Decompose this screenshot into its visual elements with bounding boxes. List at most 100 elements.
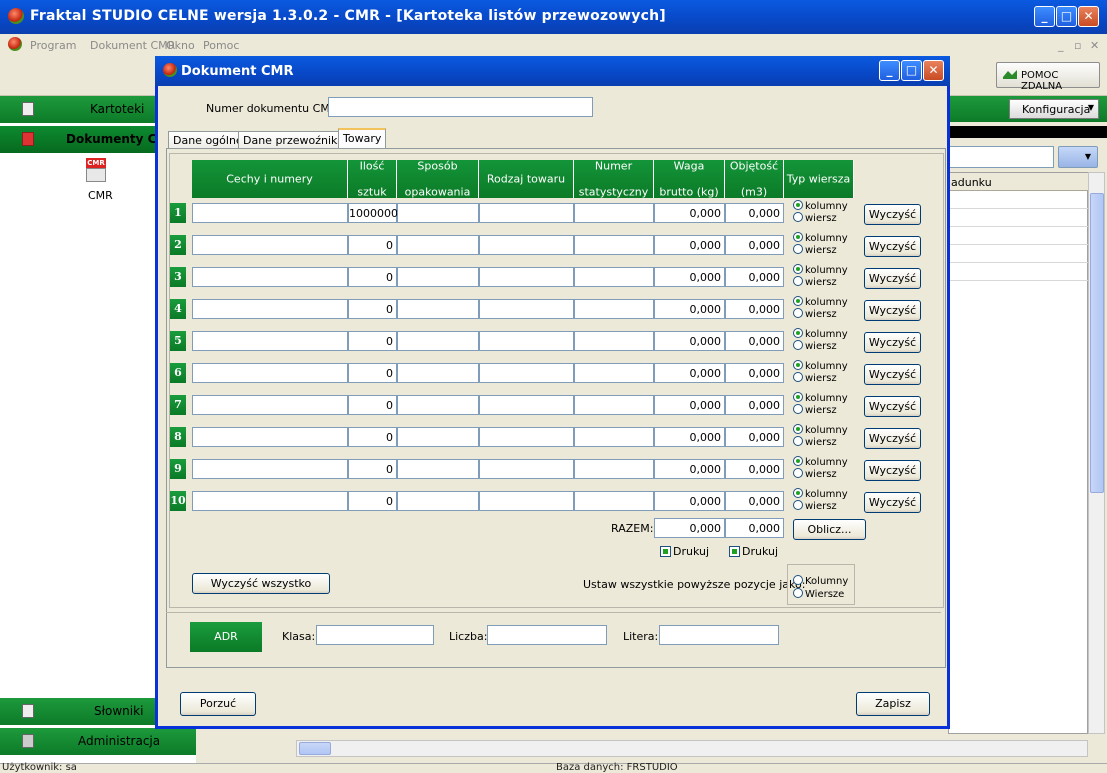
row-rodzaj-input[interactable]	[479, 459, 574, 479]
row-weight-input[interactable]: 0,000	[654, 395, 725, 415]
row-volume-input[interactable]: 0,000	[725, 235, 784, 255]
row-wiersz-radio[interactable]: wiersz	[793, 340, 837, 352]
row-numer-input[interactable]	[574, 331, 654, 351]
row-rodzaj-input[interactable]	[479, 331, 574, 351]
mdi-close-icon[interactable]: ✕	[1090, 39, 1099, 52]
close-icon[interactable]: ✕	[1078, 6, 1099, 27]
row-cechy-input[interactable]	[192, 331, 348, 351]
mdi-minimize-icon[interactable]: _	[1058, 39, 1064, 52]
row-sposob-input[interactable]	[397, 299, 479, 319]
row-cechy-input[interactable]	[192, 299, 348, 319]
row-cechy-input[interactable]	[192, 395, 348, 415]
row-rodzaj-input[interactable]	[479, 203, 574, 223]
sidebar-item-administracja[interactable]: Administracja	[0, 728, 196, 755]
row-wiersz-radio[interactable]: wiersz	[793, 404, 837, 416]
scroll-thumb[interactable]	[1090, 193, 1104, 493]
row-qty-input[interactable]: 0	[348, 491, 397, 511]
row-volume-input[interactable]: 0,000	[725, 459, 784, 479]
list-item[interactable]	[949, 263, 1089, 281]
row-numer-input[interactable]	[574, 203, 654, 223]
row-weight-input[interactable]: 0,000	[654, 299, 725, 319]
tab-dane-ogolne[interactable]: Dane ogólne	[168, 131, 248, 149]
row-wiersz-radio[interactable]: wiersz	[793, 244, 837, 256]
row-sposob-input[interactable]	[397, 395, 479, 415]
drukuj-weight-checkbox[interactable]: Drukuj	[660, 545, 709, 558]
row-cechy-input[interactable]	[192, 491, 348, 511]
row-clear-button[interactable]: Wyczyść	[864, 332, 921, 353]
list-item[interactable]	[949, 191, 1089, 209]
dialog-maximize-icon[interactable]: □	[901, 60, 922, 81]
row-clear-button[interactable]: Wyczyść	[864, 396, 921, 417]
row-volume-input[interactable]: 0,000	[725, 395, 784, 415]
row-wiersz-radio[interactable]: wiersz	[793, 436, 837, 448]
row-sposob-input[interactable]	[397, 331, 479, 351]
row-weight-input[interactable]: 0,000	[654, 459, 725, 479]
row-cechy-input[interactable]	[192, 267, 348, 287]
zapisz-button[interactable]: Zapisz	[856, 692, 930, 716]
row-qty-input[interactable]: 0	[348, 331, 397, 351]
menu-okno[interactable]: Okno	[166, 39, 195, 52]
row-clear-button[interactable]: Wyczyść	[864, 492, 921, 513]
maximize-icon[interactable]: □	[1056, 6, 1077, 27]
clear-all-button[interactable]: Wyczyść wszystko	[192, 573, 330, 594]
row-rodzaj-input[interactable]	[479, 299, 574, 319]
menu-pomoc[interactable]: Pomoc	[203, 39, 239, 52]
cmr-doc-icon[interactable]: CMR	[82, 158, 112, 188]
row-wiersz-radio[interactable]: wiersz	[793, 308, 837, 320]
set-all-wiersze-radio[interactable]: Wiersze	[793, 588, 844, 600]
drukuj-volume-checkbox[interactable]: Drukuj	[729, 545, 778, 558]
minimize-icon[interactable]: _	[1034, 6, 1055, 27]
row-sposob-input[interactable]	[397, 491, 479, 511]
row-qty-input[interactable]: 0	[348, 427, 397, 447]
row-kolumny-radio[interactable]: kolumny	[793, 456, 848, 468]
row-wiersz-radio[interactable]: wiersz	[793, 372, 837, 384]
row-sposob-input[interactable]	[397, 203, 479, 223]
row-kolumny-radio[interactable]: kolumny	[793, 392, 848, 404]
row-clear-button[interactable]: Wyczyść	[864, 236, 921, 257]
row-clear-button[interactable]: Wyczyść	[864, 268, 921, 289]
tab-towary[interactable]: Towary	[338, 128, 387, 149]
row-weight-input[interactable]: 0,000	[654, 491, 725, 511]
row-kolumny-radio[interactable]: kolumny	[793, 328, 848, 340]
row-rodzaj-input[interactable]	[479, 427, 574, 447]
row-wiersz-radio[interactable]: wiersz	[793, 276, 837, 288]
row-rodzaj-input[interactable]	[479, 267, 574, 287]
row-weight-input[interactable]: 0,000	[654, 363, 725, 383]
row-volume-input[interactable]: 0,000	[725, 203, 784, 223]
row-numer-input[interactable]	[574, 235, 654, 255]
row-volume-input[interactable]: 0,000	[725, 427, 784, 447]
oblicz-button[interactable]: Oblicz...	[793, 519, 866, 540]
row-numer-input[interactable]	[574, 395, 654, 415]
row-kolumny-radio[interactable]: kolumny	[793, 360, 848, 372]
row-qty-input[interactable]: 0	[348, 267, 397, 287]
row-numer-input[interactable]	[574, 267, 654, 287]
horizontal-scrollbar[interactable]	[296, 740, 1088, 757]
row-numer-input[interactable]	[574, 363, 654, 383]
menu-program[interactable]: Program	[30, 39, 76, 52]
filter-input[interactable]	[948, 146, 1054, 168]
row-cechy-input[interactable]	[192, 363, 348, 383]
row-kolumny-radio[interactable]: kolumny	[793, 264, 848, 276]
klasa-input[interactable]	[316, 625, 434, 645]
config-dropdown[interactable]: Konfiguracja ▼	[1009, 99, 1099, 119]
set-all-kolumny-radio[interactable]: Kolumny	[793, 575, 848, 587]
row-wiersz-radio[interactable]: wiersz	[793, 500, 837, 512]
filter-dropdown-button[interactable]: ▼	[1058, 146, 1098, 168]
row-sposob-input[interactable]	[397, 363, 479, 383]
row-cechy-input[interactable]	[192, 427, 348, 447]
row-qty-input[interactable]: 0	[348, 363, 397, 383]
row-qty-input[interactable]: 0	[348, 395, 397, 415]
list-item[interactable]	[949, 245, 1089, 263]
doc-number-input[interactable]	[328, 97, 593, 117]
row-weight-input[interactable]: 0,000	[654, 267, 725, 287]
litera-input[interactable]	[659, 625, 779, 645]
row-cechy-input[interactable]	[192, 203, 348, 223]
row-volume-input[interactable]: 0,000	[725, 363, 784, 383]
row-clear-button[interactable]: Wyczyść	[864, 204, 921, 225]
row-clear-button[interactable]: Wyczyść	[864, 300, 921, 321]
row-qty-input[interactable]: 0	[348, 235, 397, 255]
row-weight-input[interactable]: 0,000	[654, 427, 725, 447]
row-kolumny-radio[interactable]: kolumny	[793, 424, 848, 436]
row-rodzaj-input[interactable]	[479, 235, 574, 255]
row-volume-input[interactable]: 0,000	[725, 331, 784, 351]
